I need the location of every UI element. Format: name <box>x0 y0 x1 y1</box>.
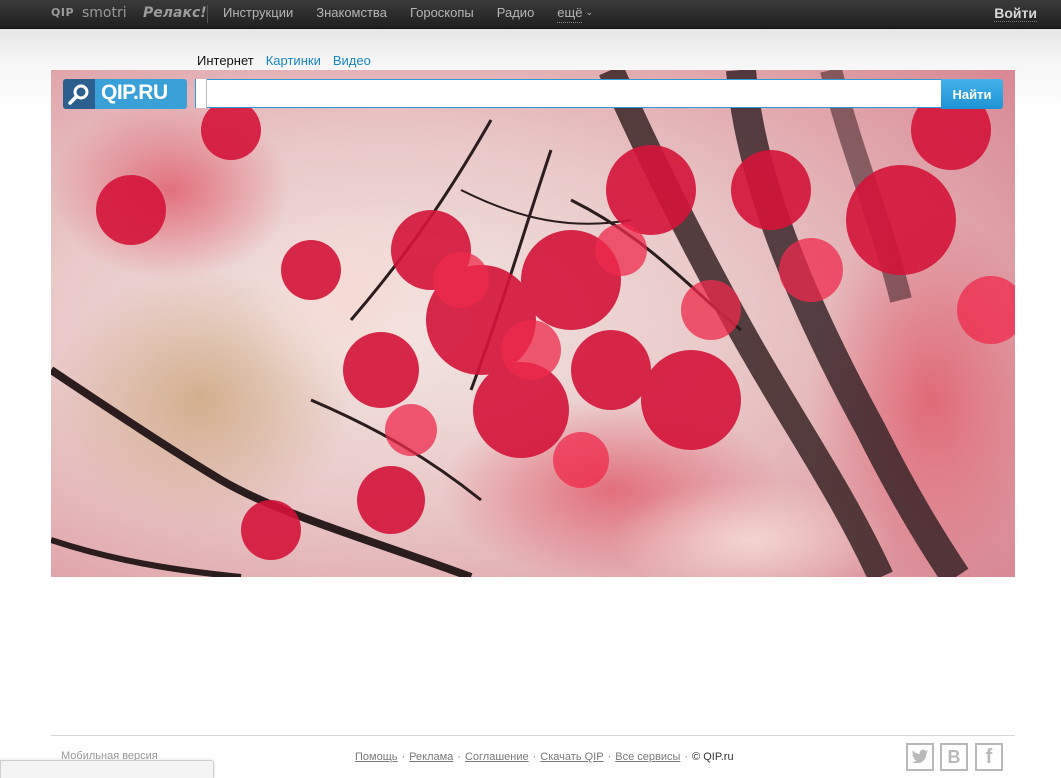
nav-horoscopes[interactable]: Гороскопы <box>410 0 474 28</box>
footer-link-download[interactable]: Скачать QIP <box>540 751 603 763</box>
magnifier-icon <box>63 79 95 109</box>
footer-link-services[interactable]: Все сервисы <box>615 751 680 763</box>
bottom-popup-bar[interactable] <box>0 760 214 778</box>
facebook-icon[interactable]: f <box>975 743 1003 771</box>
tab-internet[interactable]: Интернет <box>197 53 254 68</box>
search-tabs: Интернет Картинки Видео <box>197 53 383 68</box>
nav-radio[interactable]: Радио <box>497 0 535 28</box>
top-nav: Инструкции Знакомства Гороскопы Радио ещ… <box>223 0 593 28</box>
footer-divider <box>51 735 1015 736</box>
chevron-down-icon[interactable]: ⌄ <box>585 0 593 28</box>
login-link[interactable]: Войти <box>994 0 1037 22</box>
background-photo <box>51 70 1015 577</box>
copyright: © QIP.ru <box>692 751 734 763</box>
twitter-icon[interactable] <box>906 743 934 771</box>
qip-logo[interactable]: QIP.RU <box>63 79 187 109</box>
top-bar: QIP smotri Релакс! Инструкции Знакомства… <box>0 0 1061 29</box>
footer-link-help[interactable]: Помощь <box>355 751 398 763</box>
nav-dating[interactable]: Знакомства <box>316 0 387 28</box>
search-input[interactable] <box>195 79 950 108</box>
footer-link-ads[interactable]: Реклама <box>409 751 453 763</box>
tab-images[interactable]: Картинки <box>266 53 321 68</box>
logo-text: QIP.RU <box>101 81 168 104</box>
tab-video[interactable]: Видео <box>333 53 371 68</box>
topbar-divider <box>207 5 208 23</box>
footer-links: Помощь · Реклама · Соглашение · Скачать QIP · Вс… <box>355 751 734 763</box>
brand-smotri-link[interactable]: smotri <box>82 0 127 28</box>
brand-qip-link[interactable]: QIP <box>51 0 74 28</box>
search-button[interactable]: Найти <box>941 79 1003 109</box>
nav-instructions[interactable]: Инструкции <box>223 0 293 28</box>
vkontakte-icon[interactable]: В <box>940 743 968 771</box>
brand-relax-link[interactable]: Релакс! <box>143 0 207 28</box>
nav-more[interactable]: ещё <box>557 4 583 23</box>
footer-link-agreement[interactable]: Соглашение <box>465 751 529 763</box>
search-input-left-cap <box>195 79 207 108</box>
